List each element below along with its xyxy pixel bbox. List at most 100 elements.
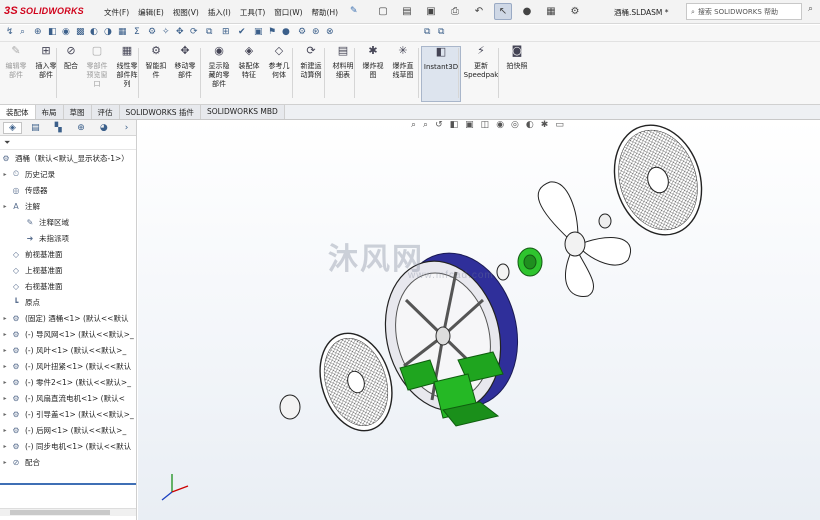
property-manager-tab-icon[interactable]: ▤ [26,123,45,133]
print-icon[interactable]: ⎙ [446,3,464,20]
command-tab[interactable]: SOLIDWORKS 插件 [119,105,201,119]
display-manager-tab-icon[interactable]: ◕ [94,123,113,133]
layer-tool-icon[interactable]: ⚑ [268,27,276,37]
ribbon-button[interactable]: ◉ 显示隐 藏的零 部件 [204,45,234,102]
display-tool-icon[interactable]: ▩ [76,27,85,37]
expand-arrow-icon[interactable]: ▸ [0,459,10,466]
expand-arrow-icon[interactable]: ▸ [0,443,10,450]
tree-item[interactable]: ◇ 上视基准面 [0,262,136,278]
macro-tool-icon[interactable]: ⚙ [298,27,306,37]
expand-arrow-icon[interactable]: ▸ [0,347,10,354]
ribbon-button[interactable]: ◇ 参考几 何体 [264,45,294,102]
sketch-tool-icon[interactable]: ↯ [6,27,14,37]
command-tab[interactable]: SOLIDWORKS MBD [200,105,285,119]
section-tool-icon[interactable]: ◧ [48,27,57,37]
ribbon-button[interactable]: ✱ 爆炸视 图 [358,45,388,102]
tree-item[interactable]: ▸ ⚙ (-) 风叶<1> (默认<<默认>_ [0,342,136,358]
view-tool-icon[interactable]: ⌕ [20,27,25,37]
expand-arrow-icon[interactable]: ▸ [0,379,10,386]
options-gear-icon[interactable]: ⚙ [566,3,584,20]
color-tool-icon[interactable]: ● [282,27,290,37]
view-b-icon[interactable]: ⧉ [438,27,444,37]
tree-item[interactable]: ▸ ⏲ 历史记录 [0,166,136,182]
menu-item[interactable]: 工具(T) [240,7,265,18]
tree-item[interactable]: ✎ 注释区域 [0,214,136,230]
tree-item[interactable]: ➜ 未指派项 [0,230,136,246]
tree-item[interactable]: ▸ ⚙ (-) 风扇直流电机<1> (默认< [0,390,136,406]
tree-item[interactable]: ▸ ⚙ (-) 风叶扭紧<1> (默认<<默认 [0,358,136,374]
command-tab[interactable]: 草图 [63,105,92,119]
ribbon-button[interactable]: ⊘ 配合 [60,45,82,102]
open-icon[interactable]: ▤ [398,3,416,20]
rebuild-icon[interactable]: ● [518,3,536,20]
tree-item[interactable]: ▸ ⊘ 配合 [0,454,136,470]
command-tab[interactable]: 装配体 [0,105,36,119]
expand-arrow-icon[interactable]: ▸ [0,395,10,402]
undo-icon[interactable]: ↶ [470,3,488,20]
expand-arrow-icon[interactable]: ▸ [0,411,10,418]
expand-arrow-icon[interactable]: ▸ [0,315,10,322]
command-tab[interactable]: 评估 [91,105,120,119]
tree-item[interactable]: ◎ 传感器 [0,182,136,198]
tree-item[interactable]: ◇ 前视基准面 [0,246,136,262]
ribbon-button[interactable]: ✥ 移动零 部件 [170,45,200,102]
rotate-tool-icon[interactable]: ⟳ [190,27,198,37]
check-tool-icon[interactable]: ✔ [238,27,246,37]
save-icon[interactable]: ▣ [422,3,440,20]
new-document-icon[interactable]: ▢ [374,3,392,20]
tree-item[interactable]: ┗ 原点 [0,294,136,310]
expand-arrow-icon[interactable]: ▸ [0,427,10,434]
select-icon[interactable]: ↖ [494,3,512,20]
ribbon-button[interactable]: ▢ 零部件 预览窗 口 [82,45,112,102]
graphics-viewport[interactable]: ⌕ ⌕ ↺ ◧ ▣ ◫ ◉ ◎ ◐ ✱ ▭ 沐风网 www.mfcad.com [138,120,820,520]
mirror-tool-icon[interactable]: ⧉ [206,27,212,37]
menu-item[interactable]: 帮助(H) [312,7,339,18]
appearance-tool-icon[interactable]: ◐ [90,27,98,37]
tree-item[interactable]: ◇ 右视基准面 [0,278,136,294]
tree-item[interactable]: ▸ A 注解 [0,198,136,214]
measure-tool-icon[interactable]: ⚙ [148,27,156,37]
grid-tool-icon[interactable]: ▦ [118,27,127,37]
settings-tool-icon[interactable]: ⊗ [326,27,334,37]
addin-tool-icon[interactable]: ⊛ [312,27,320,37]
ribbon-button[interactable]: ⟳ 新建运 动算例 [296,45,326,102]
tree-item[interactable]: ▸ ⚙ (-) 零件2<1> (默认<<默认>_ [0,374,136,390]
ribbon-button[interactable]: ⚡ 更新 Speedpak [462,45,500,102]
wrench-tool-icon[interactable]: ✧ [162,27,170,37]
ribbon-button[interactable]: ◈ 装配体 特征 [234,45,264,102]
move-tool-icon[interactable]: ✥ [176,27,184,37]
tree-item[interactable]: ▸ ⚙ (-) 同步电机<1> (默认<<默认 [0,438,136,454]
fan-blade[interactable] [537,181,631,297]
feature-tree-tab-icon[interactable]: ◈ [3,121,22,134]
tree-root[interactable]: ⚙ 酒桶（默认<默认_显示状态-1>） [0,150,136,166]
menu-item[interactable]: 视图(V) [173,7,199,18]
hide-tool-icon[interactable]: ◉ [62,27,70,37]
tree-item[interactable]: ▸ ⚙ (-) 后网<1> (默认<<默认>_ [0,422,136,438]
front-knob[interactable] [279,394,301,420]
tree-item[interactable]: ▸ ⚙ (-) 导风网<1> (默认<<默认>_ [0,326,136,342]
ribbon-button[interactable]: ◧ Instant3D [421,46,461,102]
zoom-tool-icon[interactable]: ⊕ [34,27,42,37]
ribbon-button[interactable]: ⚙ 智能扣 件 [142,45,170,102]
menu-item[interactable]: 插入(I) [208,7,231,18]
ribbon-button[interactable]: ◙ 拍快照 [502,45,532,102]
expand-arrow-icon[interactable]: ▸ [0,203,10,210]
view-a-icon[interactable]: ⧉ [424,27,430,37]
render-tool-icon[interactable]: ▣ [254,27,263,37]
ribbon-button[interactable]: ✳ 爆炸直 线草图 [388,45,418,102]
menu-item[interactable]: 文件(F) [104,7,129,18]
tree-item[interactable]: ▸ ⚙ (固定) 酒桶<1> (默认<<默认 [0,310,136,326]
expand-arrow-icon[interactable]: ▸ [0,171,10,178]
help-search-input[interactable]: ⌕ 搜索 SOLIDWORKS 帮助 [686,3,802,20]
scroll-thumb[interactable] [10,510,110,515]
menu-item[interactable]: 编辑(E) [138,7,164,18]
panel-expand-icon[interactable]: › [117,123,136,133]
solidworks-logo[interactable]: 3S SOLIDWORKS [4,5,84,17]
expand-arrow-icon[interactable]: ▸ [0,331,10,338]
interference-tool-icon[interactable]: ⊞ [222,27,230,37]
rear-grille[interactable] [601,120,715,246]
ribbon-button[interactable]: ✎ 编辑零 部件 [2,45,30,102]
rear-knob[interactable] [598,213,612,229]
tree-item[interactable]: ▸ ⚙ (-) 引导盖<1> (默认<<默认>_ [0,406,136,422]
tree-filter[interactable]: ⏷ [0,136,136,150]
